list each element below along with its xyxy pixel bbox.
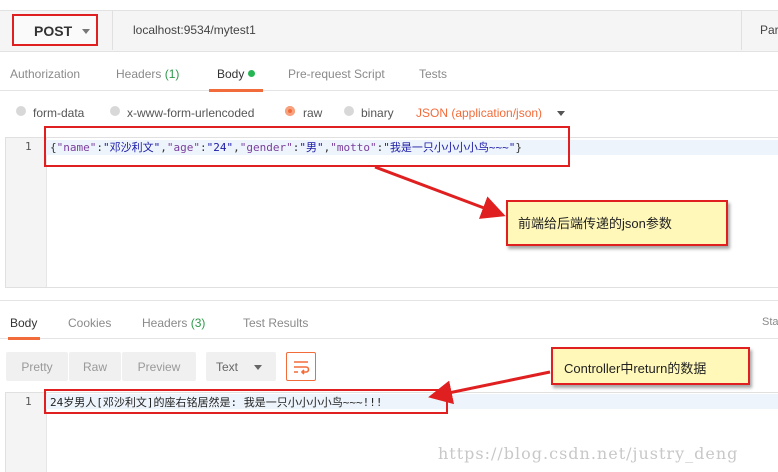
request-annotation: 前端给后端传递的json参数 [506,200,728,246]
response-annotation: Controller中return的数据 [551,347,750,385]
request-arrow [374,165,506,219]
watermark: https://blog.csdn.net/justry_deng [438,444,739,463]
response-arrow [428,370,551,405]
